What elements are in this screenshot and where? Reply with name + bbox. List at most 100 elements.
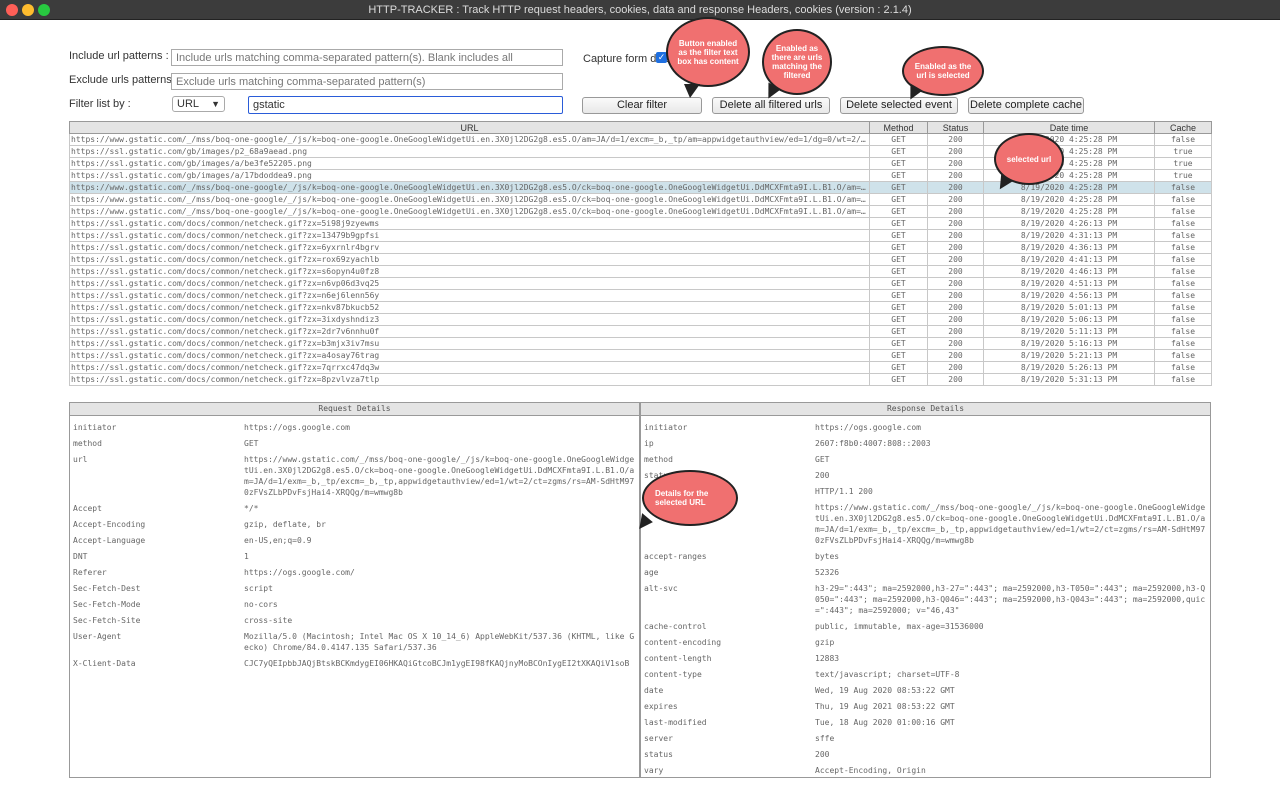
detail-key: status <box>644 750 673 759</box>
column-header-cache[interactable]: Cache <box>1154 121 1212 134</box>
annotation-filter-button: Button enabled as the filter text box ha… <box>666 17 750 87</box>
table-row[interactable]: https://ssl.gstatic.com/docs/common/netc… <box>69 349 1212 362</box>
cell-cache: false <box>1154 253 1212 266</box>
cell-url: https://ssl.gstatic.com/gb/images/a/17bd… <box>69 169 870 182</box>
detail-row: content-type text/javascript; charset=UTF… <box>641 667 1210 683</box>
cell-cache: false <box>1154 181 1212 194</box>
table-row[interactable]: https://ssl.gstatic.com/docs/common/netc… <box>69 277 1212 290</box>
cell-method: GET <box>869 193 928 206</box>
detail-key: content-type <box>644 670 702 679</box>
cell-url: https://ssl.gstatic.com/gb/images/p2_68a… <box>69 145 870 158</box>
detail-key: date <box>644 686 664 695</box>
table-row[interactable]: https://ssl.gstatic.com/docs/common/netc… <box>69 253 1212 266</box>
cell-method: GET <box>869 361 928 374</box>
table-row[interactable]: https://ssl.gstatic.com/docs/common/netc… <box>69 313 1212 326</box>
detail-key: Sec-Fetch-Site <box>73 616 141 625</box>
cell-method: GET <box>869 157 928 170</box>
detail-value: cross-site <box>244 616 293 625</box>
cell-method: GET <box>869 145 928 158</box>
detail-row: vary Accept-Encoding, Origin <box>641 763 1210 777</box>
cell-url: https://ssl.gstatic.com/docs/common/netc… <box>69 313 870 326</box>
detail-value: gzip <box>815 638 835 647</box>
filter-by-select[interactable]: URL ▼ <box>172 96 225 112</box>
detail-row: X-Client-Data CJC7yQEIpbbJAQjBtskBCKmdygE… <box>70 656 639 672</box>
column-header-method[interactable]: Method <box>869 121 928 134</box>
delete-cache-button[interactable]: Delete complete cache <box>968 97 1084 114</box>
cell-cache: true <box>1154 145 1212 158</box>
detail-key: Referer <box>73 568 107 577</box>
table-row[interactable]: https://ssl.gstatic.com/docs/common/netc… <box>69 229 1212 242</box>
table-row[interactable]: https://ssl.gstatic.com/docs/common/netc… <box>69 217 1212 230</box>
detail-key: vary <box>644 766 664 775</box>
cell-method: GET <box>869 313 928 326</box>
cell-method: GET <box>869 349 928 362</box>
detail-value: 12883 <box>815 654 840 663</box>
cell-url: https://ssl.gstatic.com/docs/common/netc… <box>69 349 870 362</box>
cell-method: GET <box>869 253 928 266</box>
detail-row: Accept-Language en-US,en;q=0.9 <box>70 533 639 549</box>
filter-text-input[interactable] <box>248 96 563 114</box>
filter-by-label: Filter list by : <box>69 98 131 110</box>
detail-key: Sec-Fetch-Mode <box>73 600 141 609</box>
column-header-datetime[interactable]: Date time <box>983 121 1155 134</box>
table-row[interactable]: https://ssl.gstatic.com/docs/common/netc… <box>69 289 1212 302</box>
cell-cache: false <box>1154 229 1212 242</box>
detail-key: ip <box>644 439 654 448</box>
cell-datetime: 8/19/2020 4:25:28 PM <box>983 193 1155 206</box>
close-window-icon[interactable] <box>6 4 18 16</box>
delete-selected-button[interactable]: Delete selected event <box>840 97 958 114</box>
detail-key: server <box>644 734 673 743</box>
detail-value: GET <box>244 439 259 448</box>
cell-cache: false <box>1154 313 1212 326</box>
table-row[interactable]: https://ssl.gstatic.com/docs/common/netc… <box>69 265 1212 278</box>
detail-value: https://ogs.google.com <box>244 423 350 432</box>
cell-url: https://ssl.gstatic.com/docs/common/netc… <box>69 301 870 314</box>
table-row[interactable]: https://ssl.gstatic.com/docs/common/netc… <box>69 301 1212 314</box>
exclude-patterns-input[interactable] <box>171 73 563 90</box>
detail-row: Referer https://ogs.google.com/ <box>70 565 639 581</box>
detail-key: Accept <box>73 504 102 513</box>
table-row[interactable]: https://ssl.gstatic.com/docs/common/netc… <box>69 241 1212 254</box>
cell-url: https://ssl.gstatic.com/docs/common/netc… <box>69 337 870 350</box>
clear-filter-button[interactable]: Clear filter <box>582 97 702 114</box>
zoom-window-icon[interactable] <box>38 4 50 16</box>
cell-status: 200 <box>927 301 984 314</box>
response-details-panel: Response Details initiator https://ogs.go… <box>640 402 1211 778</box>
minimize-window-icon[interactable] <box>22 4 34 16</box>
cell-cache: false <box>1154 133 1212 146</box>
detail-value: Thu, 19 Aug 2021 08:53:22 GMT <box>815 702 955 711</box>
column-header-url[interactable]: URL <box>69 121 870 134</box>
table-row[interactable]: https://ssl.gstatic.com/docs/common/netc… <box>69 373 1212 386</box>
detail-value: CJC7yQEIpbbJAQjBtskBCKmdygEI06HKAQiGtcoB… <box>244 659 630 668</box>
detail-value: https://www.gstatic.com/_/mss/boq-one-go… <box>244 455 635 497</box>
detail-key: X-Client-Data <box>73 659 136 668</box>
detail-value: Mozilla/5.0 (Macintosh; Intel Mac OS X 1… <box>244 632 635 652</box>
include-patterns-label: Include url patterns : <box>69 50 169 62</box>
cell-status: 200 <box>927 205 984 218</box>
cell-status: 200 <box>927 373 984 386</box>
detail-value: 52326 <box>815 568 840 577</box>
cell-status: 200 <box>927 145 984 158</box>
include-patterns-input[interactable] <box>171 49 563 66</box>
detail-key: last-modified <box>644 718 707 727</box>
table-header-row: URL Method Status Date time Cache <box>69 121 1212 134</box>
detail-value: GET <box>815 455 830 464</box>
table-row[interactable]: https://ssl.gstatic.com/docs/common/netc… <box>69 361 1212 374</box>
table-row[interactable]: https://www.gstatic.com/_/mss/boq-one-go… <box>69 193 1212 206</box>
detail-row: initiator https://ogs.google.com <box>70 420 639 436</box>
cell-method: GET <box>869 241 928 254</box>
column-header-status[interactable]: Status <box>927 121 984 134</box>
cell-status: 200 <box>927 169 984 182</box>
detail-row: content-length 12883 <box>641 651 1210 667</box>
detail-row: date Wed, 19 Aug 2020 08:53:22 GMT <box>641 683 1210 699</box>
detail-value: public, immutable, max-age=31536000 <box>815 622 984 631</box>
table-row[interactable]: https://ssl.gstatic.com/docs/common/netc… <box>69 337 1212 350</box>
table-row[interactable]: https://ssl.gstatic.com/docs/common/netc… <box>69 325 1212 338</box>
detail-row: status 200 <box>641 747 1210 763</box>
detail-row: expires Thu, 19 Aug 2021 08:53:22 GMT <box>641 699 1210 715</box>
cell-datetime: 8/19/2020 5:16:13 PM <box>983 337 1155 350</box>
cell-method: GET <box>869 181 928 194</box>
detail-key: accept-ranges <box>644 552 707 561</box>
table-row[interactable]: https://www.gstatic.com/_/mss/boq-one-go… <box>69 205 1212 218</box>
cell-datetime: 8/19/2020 5:26:13 PM <box>983 361 1155 374</box>
